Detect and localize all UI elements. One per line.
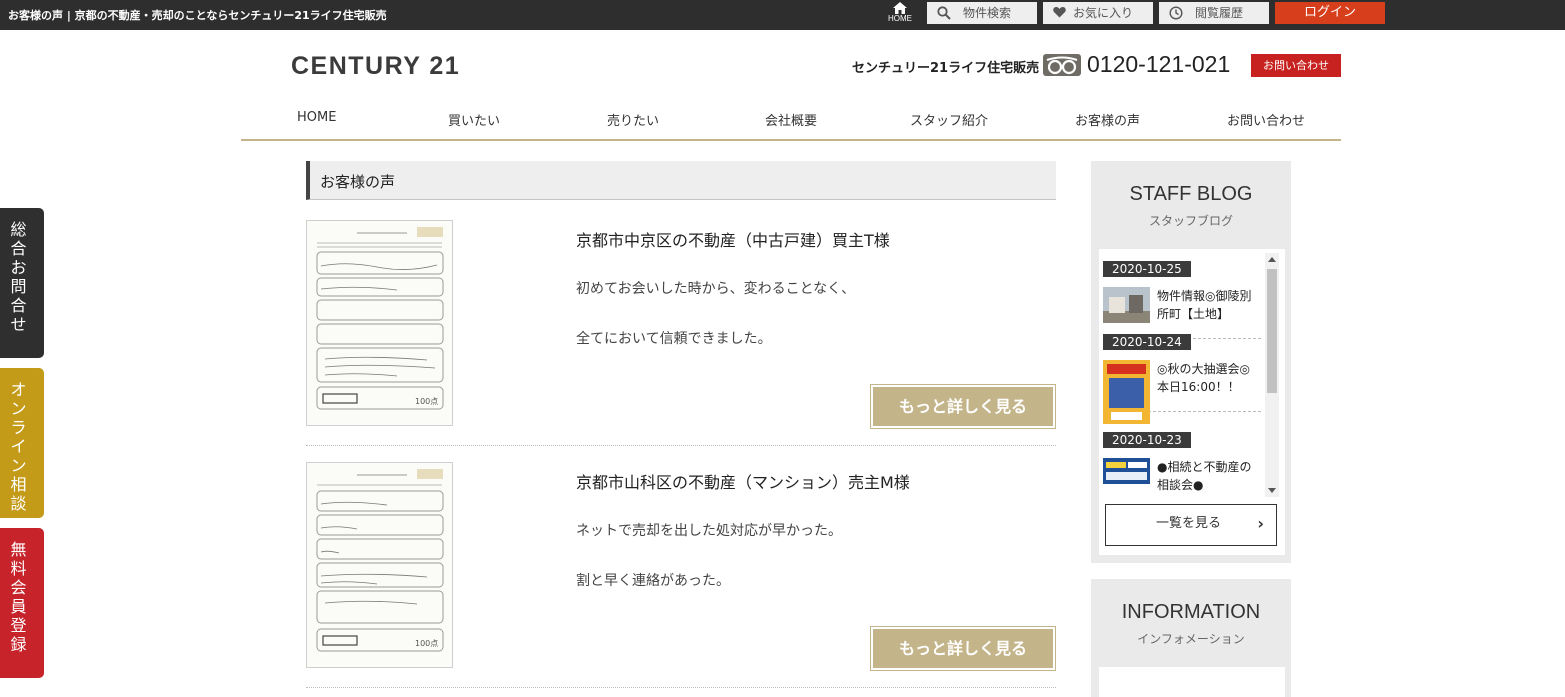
read-more-label: もっと詳しく見る xyxy=(873,387,1053,426)
survey-sheet-image: 100点 xyxy=(316,227,444,410)
blog-entry-title: 物件情報◎御陵別所町【土地】 xyxy=(1157,289,1252,321)
read-more-button[interactable]: もっと詳しく見る xyxy=(870,626,1056,671)
search-label: 物件検索 xyxy=(963,6,1012,20)
login-button[interactable]: ログイン xyxy=(1275,2,1385,24)
side-tab-member-label: 無料会員登録 xyxy=(10,540,27,654)
staff-blog-box: STAFF BLOG スタッフブログ 2020-10-25 物件情報◎御陵別所町… xyxy=(1091,161,1291,563)
phone-number[interactable]: 0120-121-021 xyxy=(1087,51,1230,78)
blog-list-more-button[interactable]: 一覧を見る › xyxy=(1105,504,1277,546)
voice-title[interactable]: 京都市山科区の不動産（マンション）売主M様 xyxy=(576,469,910,493)
blog-date: 2020-10-23 xyxy=(1103,432,1191,448)
side-tab-contact[interactable]: 総合お問合せ xyxy=(0,208,44,358)
side-tab-online-label: オンライン相談 xyxy=(10,380,27,513)
blog-date: 2020-10-24 xyxy=(1103,334,1191,350)
home-label: HOME xyxy=(888,14,912,23)
side-tab-contact-label: 総合お問合せ xyxy=(10,220,27,334)
blog-entry[interactable]: 2020-10-25 物件情報◎御陵別所町【土地】 xyxy=(1103,259,1261,339)
svg-text:100点: 100点 xyxy=(415,397,438,406)
voice-text: 割と早く連絡があった。 xyxy=(576,573,730,589)
history-button[interactable]: 閲覧履歴 xyxy=(1159,2,1269,24)
clock-icon xyxy=(1169,6,1183,20)
information-box: INFORMATION インフォメーション xyxy=(1091,579,1291,697)
property-search-button[interactable]: 物件検索 xyxy=(927,2,1037,24)
nav-staff[interactable]: スタッフ紹介 xyxy=(910,110,988,129)
nav-contact[interactable]: お問い合わせ xyxy=(1227,110,1305,129)
side-tab-member[interactable]: 無料会員登録 xyxy=(0,528,44,678)
main-nav: HOME 買いたい 売りたい 会社概要 スタッフ紹介 お客様の声 お問い合わせ xyxy=(241,98,1341,141)
staff-blog-title: STAFF BLOG xyxy=(1129,183,1253,205)
voice-text: ネットで売却を出した処対応が早かった。 xyxy=(576,523,842,539)
page-title: お客様の声 xyxy=(320,173,396,191)
section-header: お客様の声 xyxy=(306,161,1056,200)
nav-company[interactable]: 会社概要 xyxy=(765,110,817,129)
top-bar: お客様の声 | 京都の不動産・売却のことならセンチュリー21ライフ住宅販売 HO… xyxy=(0,0,1565,30)
chevron-right-icon: › xyxy=(1257,514,1264,533)
freedial-icon xyxy=(1043,54,1081,76)
information-subtitle: インフォメーション xyxy=(1137,632,1245,646)
blog-entry[interactable]: 2020-10-23 ●相続と不動産の相談会● xyxy=(1103,430,1261,510)
nav-voices[interactable]: お客様の声 xyxy=(1075,110,1140,129)
nav-sell[interactable]: 売りたい xyxy=(607,110,659,129)
side-tab-online[interactable]: オンライン相談 xyxy=(0,368,44,518)
scroll-down-arrow[interactable] xyxy=(1268,488,1276,493)
read-more-label: もっと詳しく見る xyxy=(873,629,1053,668)
blog-date: 2020-10-25 xyxy=(1103,261,1191,277)
century21-logo[interactable]: CENTURY 21 xyxy=(291,52,460,81)
search-icon xyxy=(937,6,951,20)
home-link[interactable]: HOME xyxy=(885,2,915,28)
blog-thumbnail xyxy=(1103,458,1150,484)
home-icon xyxy=(893,2,907,14)
history-label: 閲覧履歴 xyxy=(1195,6,1244,20)
scrollbar-thumb[interactable] xyxy=(1267,269,1277,393)
blog-scrollbar[interactable] xyxy=(1265,253,1279,497)
information-title: INFORMATION xyxy=(1121,601,1261,623)
company-name: センチュリー21ライフ住宅販売 xyxy=(852,61,1040,76)
blog-list: 2020-10-25 物件情報◎御陵別所町【土地】 2020-10-24 ◎秋の… xyxy=(1099,249,1285,555)
voice-title[interactable]: 京都市中京区の不動産（中古戸建）買主T様 xyxy=(576,227,890,251)
voice-text: 初めてお会いした時から、変わることなく、 xyxy=(576,281,856,297)
site-title: お客様の声 | 京都の不動産・売却のことならセンチュリー21ライフ住宅販売 xyxy=(8,9,387,22)
survey-sheet-image: 100点 xyxy=(316,469,444,652)
blog-thumbnail xyxy=(1103,360,1150,424)
information-list xyxy=(1099,667,1285,697)
svg-text:100点: 100点 xyxy=(415,639,438,648)
blog-entry[interactable]: 2020-10-24 ◎秋の大抽選会◎本日16:00！！ xyxy=(1103,332,1261,424)
nav-buy[interactable]: 買いたい xyxy=(448,110,500,129)
scroll-up-arrow[interactable] xyxy=(1268,257,1276,262)
heart-icon xyxy=(1053,7,1066,18)
blog-entry-title: ◎秋の大抽選会◎本日16:00！！ xyxy=(1157,362,1250,394)
read-more-button[interactable]: もっと詳しく見る xyxy=(870,384,1056,429)
voice-text: 全てにおいて信頼できました。 xyxy=(576,331,772,347)
favorites-button[interactable]: お気に入り xyxy=(1043,2,1153,24)
survey-thumbnail[interactable]: 100点 xyxy=(306,462,453,668)
survey-thumbnail[interactable]: 100点 xyxy=(306,220,453,426)
staff-blog-subtitle: スタッフブログ xyxy=(1148,214,1233,228)
voice-item: 100点 京都市山科区の不動産（マンション）売主M様 ネットで売却を出した処対応… xyxy=(306,461,1056,688)
nav-home[interactable]: HOME xyxy=(297,110,336,125)
header-contact-button[interactable]: お問い合わせ xyxy=(1251,54,1341,77)
blog-entry-title: ●相続と不動産の相談会● xyxy=(1157,460,1252,492)
blog-thumbnail xyxy=(1103,287,1150,323)
favorites-label: お気に入り xyxy=(1073,6,1134,20)
voice-item: 100点 京都市中京区の不動産（中古戸建）買主T様 初めてお会いした時から、変わ… xyxy=(306,219,1056,446)
list-more-label: 一覧を見る xyxy=(1156,516,1222,531)
